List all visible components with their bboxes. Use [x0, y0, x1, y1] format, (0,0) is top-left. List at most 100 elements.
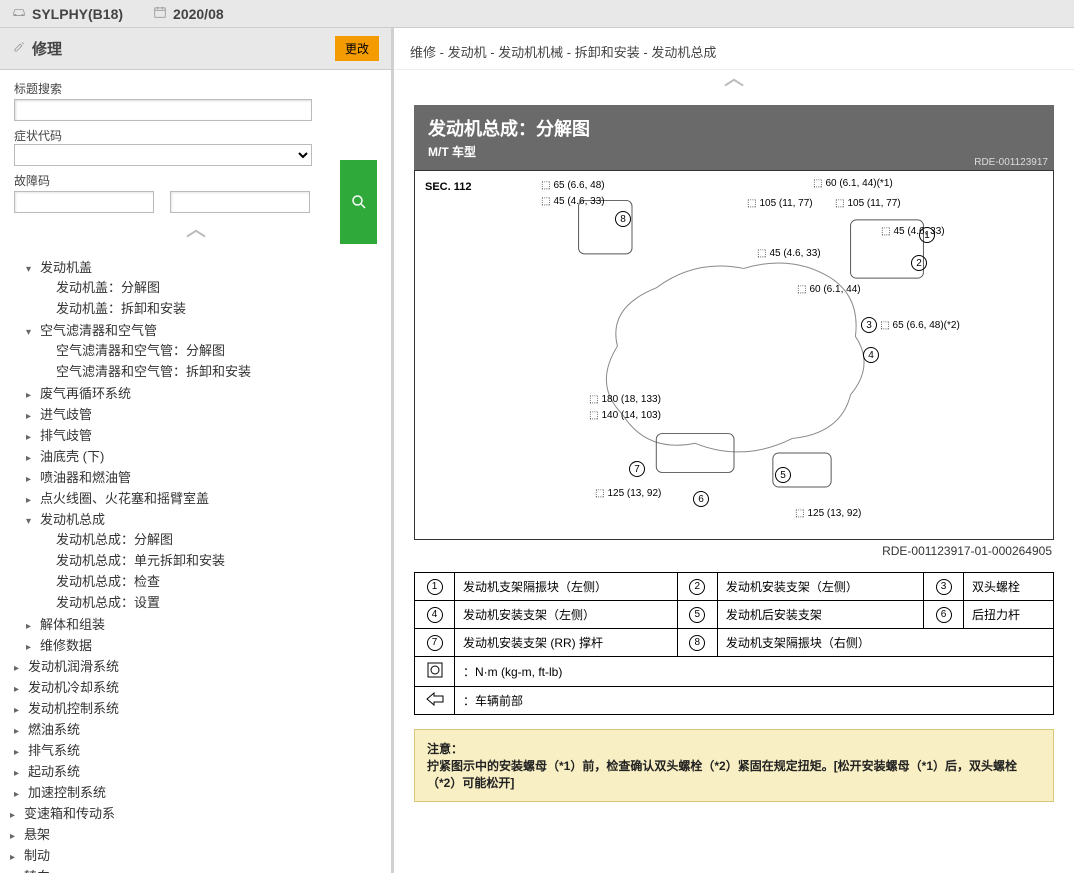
legend-cell: ：N·m (kg-m, ft-lb) [455, 657, 1054, 687]
torque-spec: ⬚ 125 (13, 92) [595, 488, 661, 499]
torque-spec: ⬚ 180 (18, 133) [589, 394, 661, 405]
bc-c[interactable]: 发动机机械 [498, 45, 563, 60]
tree-item[interactable]: 发动机总成：检查 [56, 574, 160, 589]
tree-item[interactable]: 变速箱和传动系 [24, 806, 115, 821]
search-area: 标题搜索 症状代码 故障码 [0, 70, 391, 223]
tree-item[interactable]: 维修数据 [40, 638, 92, 653]
torque-spec: ⬚ 60 (6.1, 44)(*1) [813, 178, 893, 189]
tree-item[interactable]: 空气滤清器和空气管：拆卸和安装 [56, 364, 251, 379]
right-panel: 维修 - 发动机 - 发动机机械 - 拆卸和安装 - 发动机总成 发动机总成：分… [394, 28, 1074, 873]
title-search-input[interactable] [14, 99, 312, 121]
symptom-select[interactable] [14, 144, 312, 166]
note-text: 拧紧图示中的安装螺母（*1）前，检查确认双头螺栓（*2）紧固在规定扭矩。[松开安… [427, 759, 1017, 790]
part-cell: 后扭力杆 [964, 601, 1054, 629]
top-bar: SYLPHY(B18) 2020/08 [0, 0, 1074, 28]
diagram: SEC. 112 ⬚ 65 (6.6, 48) ⬚ 45 (4.6, 33) 8 [414, 170, 1054, 540]
tree-item[interactable]: 发动机盖：拆卸和安装 [56, 301, 186, 316]
tree-item[interactable]: 喷油器和燃油管 [40, 470, 131, 485]
part-cell: 发动机后安装支架 [717, 601, 923, 629]
nav-tree[interactable]: 发动机盖 发动机盖：分解图 发动机盖：拆卸和安装 空气滤清器和空气管 空气滤清器… [0, 250, 391, 873]
left-title: 修理 [32, 38, 62, 59]
callout-1: 1 [919, 227, 935, 243]
torque-spec: ⬚ 140 (14, 103) [589, 410, 661, 421]
callout-3: 3 [861, 317, 877, 333]
section-title: 发动机总成：分解图 [428, 115, 1040, 141]
tree-item[interactable]: 制动 [24, 848, 50, 863]
bc-d[interactable]: 拆卸和安装 [575, 45, 640, 60]
part-cell: 发动机支架隔振块（右侧） [717, 629, 1053, 657]
fault-input-2[interactable] [170, 191, 310, 213]
date-label: 2020/08 [173, 6, 224, 22]
torque-spec: ⬚ 65 (6.6, 48)(*2) [880, 320, 960, 331]
torque-spec: ⬚ 60 (6.1, 44) [797, 284, 861, 295]
bc-e[interactable]: 发动机总成 [651, 45, 716, 60]
tree-item[interactable]: 转向 [24, 869, 50, 873]
tree-item[interactable]: 发动机总成 [40, 512, 105, 527]
part-cell: 发动机安装支架（左侧） [455, 601, 678, 629]
wrench-icon [12, 40, 26, 58]
content-area: 发动机总成：分解图 M/T 车型 RDE-001123917 SEC. 112 [394, 101, 1074, 873]
tree-item[interactable]: 发动机总成：单元拆卸和安装 [56, 553, 225, 568]
callout-5: 5 [775, 467, 791, 483]
section-subtitle: M/T 车型 [428, 143, 1040, 160]
fault-label: 故障码 [14, 172, 377, 189]
tree-item[interactable]: 发动机控制系统 [28, 701, 119, 716]
change-button[interactable]: 更改 [335, 36, 379, 61]
tree-item[interactable]: 解体和组装 [40, 617, 105, 632]
callout-2: 2 [911, 255, 927, 271]
tree-item[interactable]: 发动机冷却系统 [28, 680, 119, 695]
note-label: 注意： [427, 742, 463, 756]
tree-item[interactable]: 加速控制系统 [28, 785, 106, 800]
parts-table: 1发动机支架隔振块（左侧） 2发动机安装支架（左侧） 3双头螺栓 4发动机安装支… [414, 572, 1054, 715]
model-label: SYLPHY(B18) [32, 6, 123, 22]
legend-cell: ：车辆前部 [455, 687, 1054, 715]
tree-item[interactable]: 悬架 [24, 827, 50, 842]
diagram-foot-id: RDE-001123917-01-000264905 [414, 540, 1054, 558]
tree-item[interactable]: 起动系统 [28, 764, 80, 779]
part-cell: 发动机支架隔振块（左侧） [455, 573, 678, 601]
part-cell: 发动机安装支架 (RR) 撑杆 [455, 629, 678, 657]
bc-b[interactable]: 发动机 [448, 45, 487, 60]
title-search-label: 标题搜索 [14, 80, 377, 97]
part-cell: 双头螺栓 [964, 573, 1054, 601]
torque-spec: ⬚ 105 (11, 77) [747, 198, 813, 209]
torque-icon [415, 657, 455, 687]
torque-spec: ⬚ 45 (4.6, 33) [757, 248, 821, 259]
tree-item[interactable]: 空气滤清器和空气管：分解图 [56, 343, 225, 358]
callout-7: 7 [629, 461, 645, 477]
breadcrumb: 维修 - 发动机 - 发动机机械 - 拆卸和安装 - 发动机总成 [394, 28, 1074, 70]
tree-item[interactable]: 发动机盖：分解图 [56, 280, 160, 295]
torque-spec: ⬚ 105 (11, 77) [835, 198, 901, 209]
doc-id: RDE-001123917 [974, 157, 1048, 168]
note-box: 注意： 拧紧图示中的安装螺母（*1）前，检查确认双头螺栓（*2）紧固在规定扭矩。… [414, 729, 1054, 802]
car-icon [12, 5, 26, 22]
torque-spec: ⬚ 65 (6.6, 48) [541, 180, 605, 191]
tree-item[interactable]: 油底壳 (下) [40, 449, 104, 464]
tree-item[interactable]: 废气再循环系统 [40, 386, 131, 401]
search-button[interactable] [340, 160, 377, 244]
calendar-icon [153, 5, 167, 22]
tree-item[interactable]: 排气系统 [28, 743, 80, 758]
tree-item[interactable]: 发动机总成：设置 [56, 595, 160, 610]
section-head: 发动机总成：分解图 M/T 车型 RDE-001123917 [414, 105, 1054, 170]
front-arrow-icon [415, 687, 455, 715]
tree-item[interactable]: 发动机总成：分解图 [56, 532, 173, 547]
left-header: 修理 更改 [0, 28, 391, 70]
torque-spec: ⬚ 125 (13, 92) [795, 508, 861, 519]
tree-item[interactable]: 燃油系统 [28, 722, 80, 737]
collapse-bar-left[interactable] [0, 223, 391, 250]
bc-a[interactable]: 维修 [410, 45, 436, 60]
tree-item[interactable]: 进气歧管 [40, 407, 92, 422]
tree-item[interactable]: 空气滤清器和空气管 [40, 323, 157, 338]
torque-spec: ⬚ 45 (4.6, 33) [881, 226, 945, 237]
callout-6: 6 [693, 491, 709, 507]
fault-input-1[interactable] [14, 191, 154, 213]
torque-spec: ⬚ 45 (4.6, 33) [541, 196, 605, 207]
left-panel: 修理 更改 标题搜索 症状代码 故障码 [0, 28, 394, 873]
tree-item[interactable]: 排气歧管 [40, 428, 92, 443]
part-cell: 发动机安装支架（左侧） [717, 573, 923, 601]
tree-item[interactable]: 发动机润滑系统 [28, 659, 119, 674]
tree-item[interactable]: 点火线圈、火花塞和摇臂室盖 [40, 491, 209, 506]
tree-item[interactable]: 发动机盖 [40, 260, 92, 275]
collapse-bar-right[interactable] [394, 70, 1074, 101]
